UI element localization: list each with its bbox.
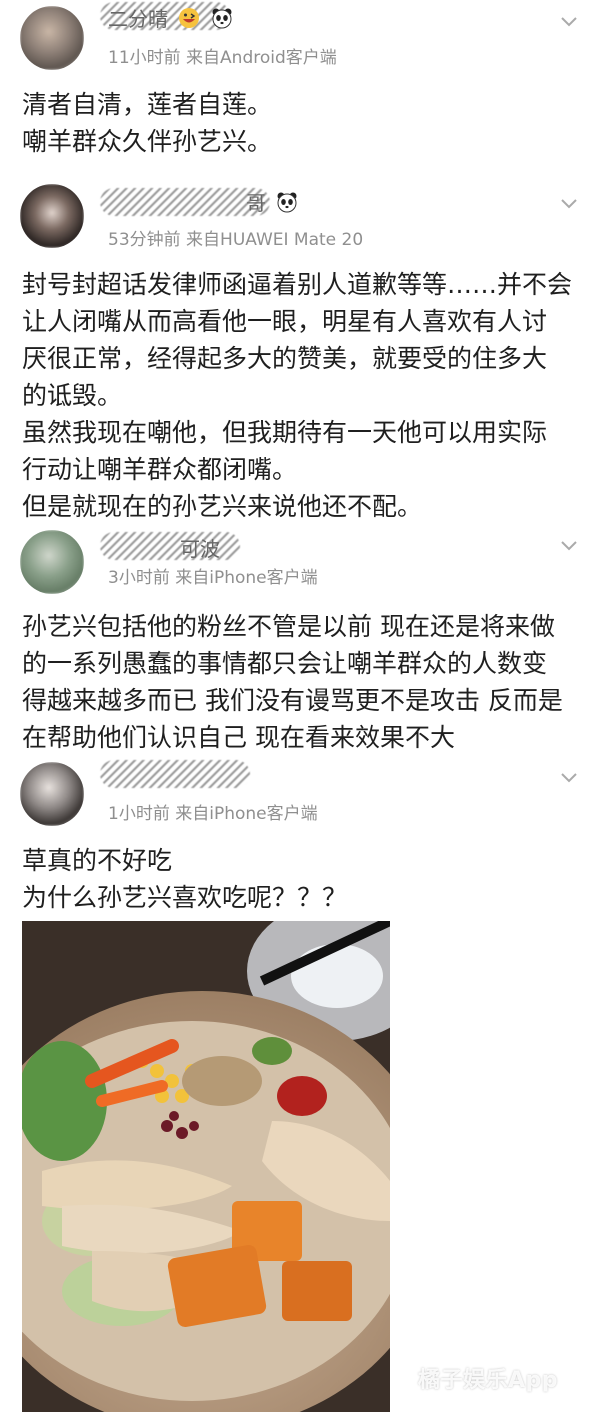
comment-text: 封号封超话发律师函逼着别人道歉等等……并不会 让人闭嘴从而高看他一眼，明星有人喜… [22, 270, 573, 521]
chevron-down-icon[interactable] [560, 194, 578, 212]
post-meta: 3小时前 来自iPhone客户端 [108, 568, 318, 588]
post-meta: 53分钟前 来自HUAWEI Mate 20 [108, 230, 364, 250]
panda-icon [212, 8, 232, 29]
username[interactable]: 哥 [246, 188, 298, 218]
chevron-down-icon[interactable] [560, 768, 578, 786]
comment-text: 草真的不好吃 为什么孙艺兴喜欢吃呢？？？ [22, 846, 348, 912]
avatar[interactable] [20, 184, 84, 248]
salad-bowl-photo[interactable] [22, 921, 390, 1412]
post-meta: 1小时前 来自iPhone客户端 [108, 804, 318, 824]
redacted-name [100, 760, 250, 788]
app-watermark: 橘子娱乐App [418, 1368, 559, 1393]
avatar[interactable] [20, 762, 84, 826]
comment-text: 孙艺兴包括他的粉丝不管是以前 现在还是将来做 的一系列愚蠢的事情都只会让嘲羊群众… [22, 612, 563, 752]
emoji-grin-icon [179, 8, 200, 28]
redacted-name [100, 188, 270, 216]
avatar[interactable] [20, 530, 84, 594]
username[interactable]: 可波 [180, 534, 220, 564]
chevron-down-icon[interactable] [560, 12, 578, 30]
comment-3: 可波 3小时前 来自iPhone客户端 孙艺兴包括他的粉丝不管是以前 现在还是将… [0, 520, 600, 756]
chevron-down-icon[interactable] [560, 536, 578, 554]
comment-text: 清者自清，莲者自莲。 嘲羊群众久伴孙艺兴。 [22, 90, 273, 156]
post-meta: 11小时前 来自Android客户端 [108, 48, 337, 68]
username[interactable]: 二分晴 [108, 4, 233, 34]
comment-2: 哥 53分钟前 来自HUAWEI Mate 20 封号封超话发律师函逼着别人道歉… [0, 172, 600, 521]
avatar[interactable] [20, 6, 84, 70]
panda-icon [277, 192, 297, 213]
comment-1: 二分晴 11小时前 来自Android客户端 清者自清，莲者自莲。 嘲羊群众久伴… [0, 0, 600, 172]
salad-image [22, 921, 390, 1412]
